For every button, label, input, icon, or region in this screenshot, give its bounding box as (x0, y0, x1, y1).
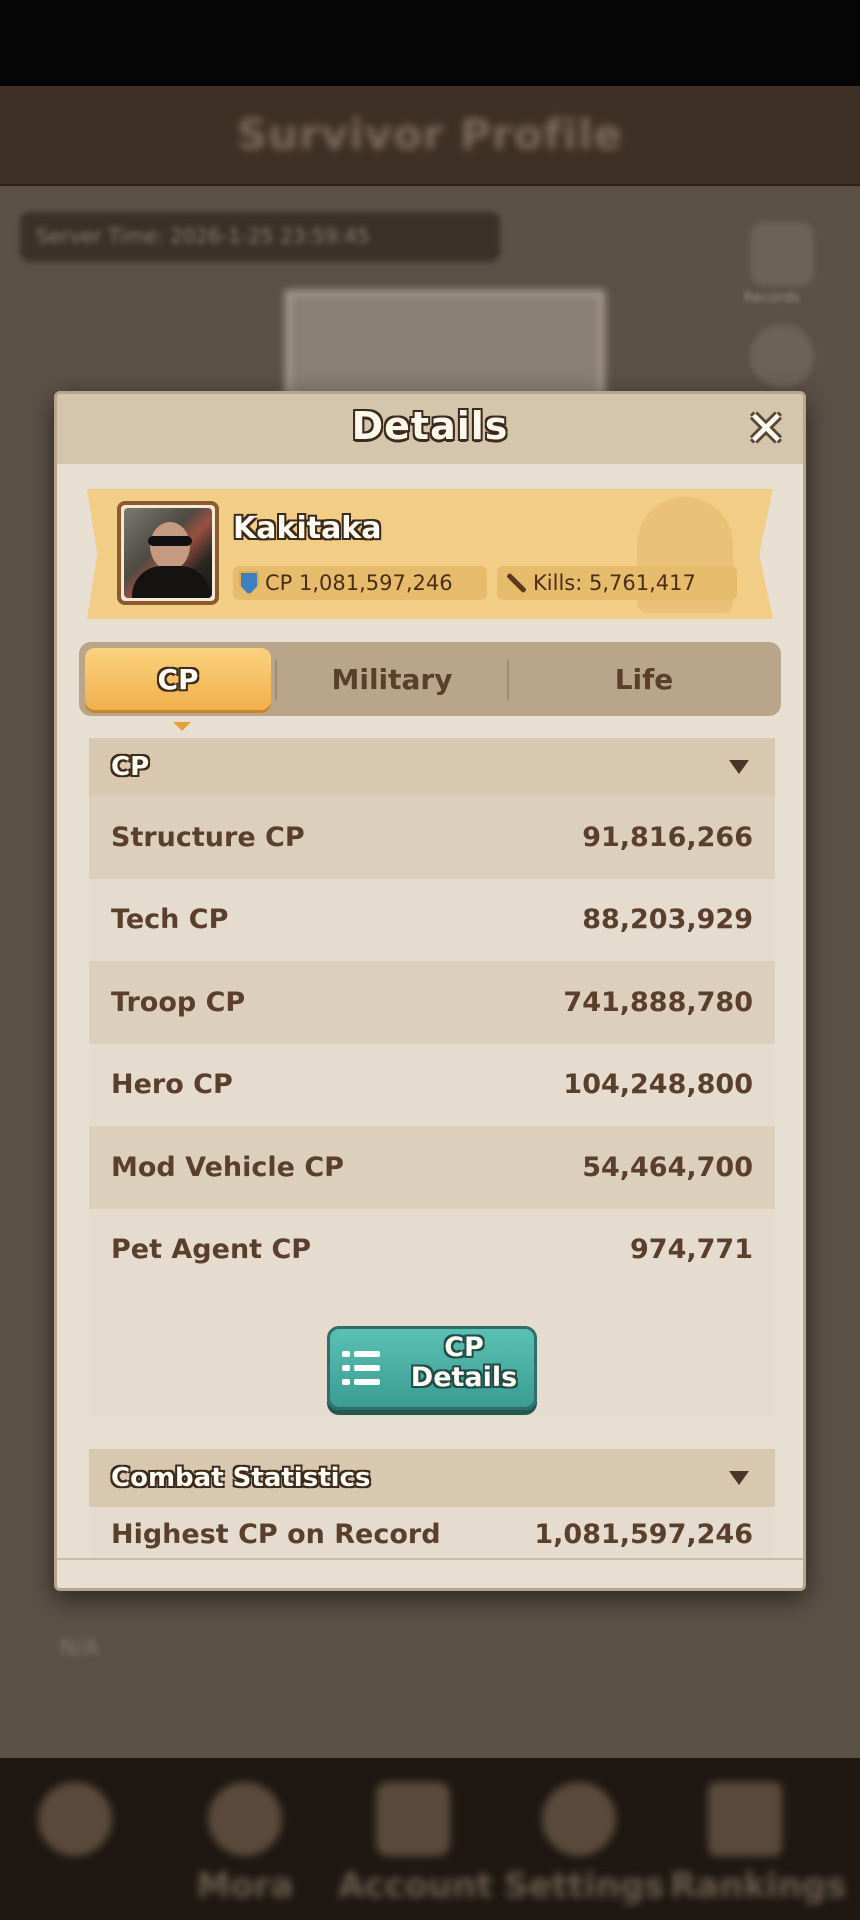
list-item: Hero CP 104,248,800 (89, 1043, 775, 1126)
background-nav-account-icon (376, 1782, 450, 1856)
row-label: Tech CP (111, 904, 229, 936)
details-dialog: Details ✕ Kakitaka CP 1,081,597,246 Kill… (54, 391, 806, 1591)
row-value: 741,888,780 (563, 986, 753, 1018)
background-screen-title: Survivor Profile (236, 110, 624, 159)
background-records-label: Records (744, 290, 800, 306)
cp-stat-pill: CP 1,081,597,246 (233, 566, 487, 600)
background-nav-item-settings: Settings (504, 1770, 665, 1920)
row-label: Pet Agent CP (111, 1234, 312, 1266)
row-value: 104,248,800 (563, 1069, 753, 1101)
list-item: Structure CP 91,816,266 (89, 796, 775, 879)
kills-stat-pill: Kills: 5,761,417 (497, 566, 737, 600)
background-nav-item-rankings: Rankings (670, 1770, 847, 1920)
sword-icon (505, 572, 527, 594)
section-title: CP (111, 752, 150, 782)
background-nav-label: Rankings (670, 1866, 847, 1906)
shield-icon (239, 571, 259, 595)
cp-section-header[interactable]: CP (89, 738, 775, 796)
background-server-time: Server Time: 2026-1-25 23:59:45 (36, 224, 370, 248)
background-settings-icon (750, 324, 814, 388)
dialog-title: Details (351, 404, 509, 448)
row-label: Structure CP (111, 821, 305, 853)
row-value: 974,771 (630, 1234, 753, 1266)
tab-life[interactable]: Life (509, 642, 779, 716)
tab-active-pointer (173, 722, 191, 731)
combat-section-header[interactable]: Combat Statistics (89, 1449, 775, 1507)
tab-divider (275, 660, 277, 700)
background-records-icon (750, 222, 814, 286)
tab-label: Life (614, 662, 674, 696)
cp-details-label-line2: Details (410, 1362, 518, 1393)
cp-details-label-line1: CP (444, 1332, 484, 1363)
tab-label: Military (331, 662, 453, 696)
close-icon: ✕ (745, 401, 787, 457)
row-label: Highest CP on Record (111, 1519, 441, 1550)
background-nav-avatar-icon (38, 1782, 112, 1856)
collapse-caret-icon (729, 1471, 749, 1485)
avatar-photo (124, 508, 212, 598)
background-nav-label: Account (338, 1866, 493, 1906)
cp-breakdown-list: Structure CP 91,816,266 Tech CP 88,203,9… (89, 796, 775, 1291)
row-value: 91,816,266 (582, 821, 753, 853)
background-nav-settings-icon (542, 1782, 616, 1856)
list-item: Mod Vehicle CP 54,464,700 (89, 1126, 775, 1209)
row-label: Hero CP (111, 1069, 233, 1101)
row-label: Troop CP (111, 986, 246, 1018)
tab-label: CP (157, 662, 199, 696)
row-value: 1,081,597,246 (534, 1519, 753, 1550)
dialog-bottom-edge (57, 1558, 803, 1588)
background-nav-item-account: Account (338, 1770, 493, 1920)
player-name: Kakitaka (233, 511, 382, 546)
background-nav-rankings-icon (708, 1782, 782, 1856)
background-nav-mora-icon (208, 1782, 282, 1856)
close-button[interactable]: ✕ (743, 401, 789, 457)
avatar-face (150, 522, 190, 570)
tab-military[interactable]: Military (279, 642, 505, 716)
background-lower-text: N/A (60, 1636, 99, 1661)
row-value: 88,203,929 (582, 904, 753, 936)
background-nav-item-profile (0, 1770, 150, 1920)
row-label: Mod Vehicle CP (111, 1151, 344, 1183)
list-icon (342, 1349, 380, 1387)
row-value: 54,464,700 (582, 1151, 753, 1183)
cp-stat-value: CP 1,081,597,246 (265, 571, 453, 595)
avatar-body (132, 566, 210, 598)
section-title: Combat Statistics (111, 1463, 371, 1493)
collapse-caret-icon (729, 760, 749, 774)
cp-details-button[interactable]: CP Details (327, 1326, 537, 1410)
background-nav-label: Mora (196, 1866, 294, 1906)
status-bar (0, 0, 860, 86)
kills-stat-value: Kills: 5,761,417 (533, 571, 696, 595)
tab-cp[interactable]: CP (85, 648, 271, 731)
tab-bar: CP Military Life (79, 642, 781, 731)
list-item: Troop CP 741,888,780 (89, 961, 775, 1044)
avatar[interactable] (117, 501, 219, 605)
list-item: Pet Agent CP 974,771 (89, 1208, 775, 1291)
background-nav-label: Settings (504, 1866, 665, 1906)
list-item: Highest CP on Record 1,081,597,246 (89, 1507, 775, 1562)
list-item: Tech CP 88,203,929 (89, 878, 775, 961)
background-nav-item-mora: Mora (170, 1770, 320, 1920)
avatar-glasses (148, 536, 192, 546)
